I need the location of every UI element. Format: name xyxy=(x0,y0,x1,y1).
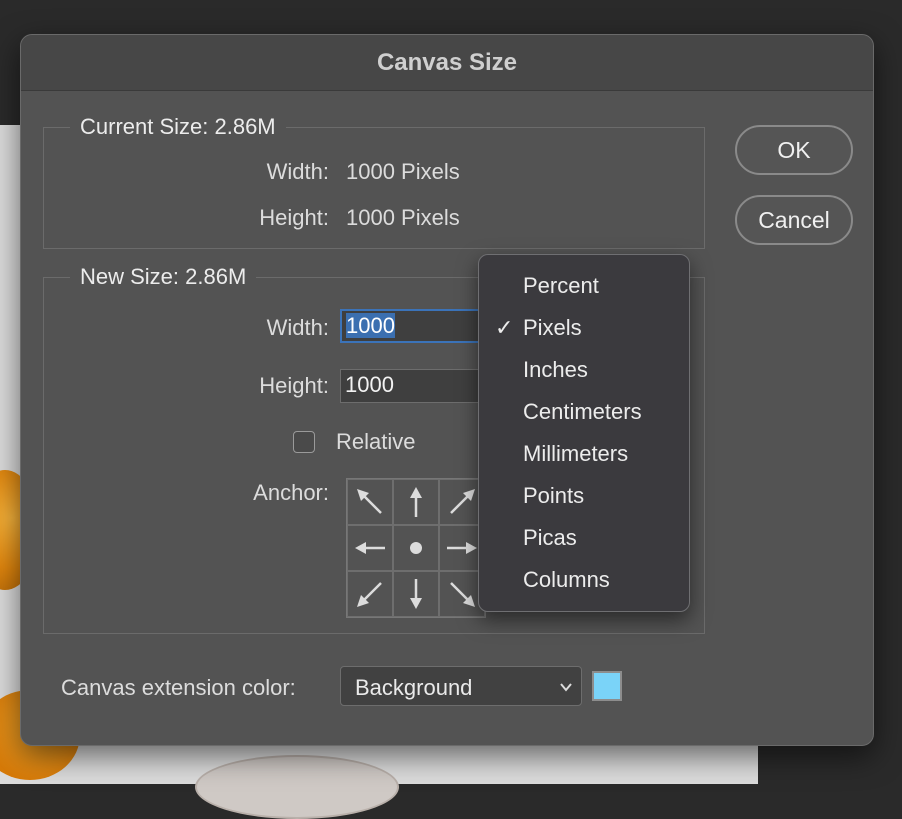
menu-item-label: Percent xyxy=(523,273,599,298)
new-size-legend: New Size: 2.86M xyxy=(70,264,257,290)
anchor-left[interactable] xyxy=(347,525,393,571)
cancel-button[interactable]: Cancel xyxy=(735,195,853,245)
menu-item-label: Picas xyxy=(523,525,577,550)
menu-item-millimeters[interactable]: Millimeters xyxy=(479,435,689,475)
menu-item-label: Columns xyxy=(523,567,610,592)
menu-item-pixels[interactable]: ✓ Pixels xyxy=(479,309,689,349)
arrow-up-left-icon xyxy=(357,489,382,514)
current-height-label: Height: xyxy=(259,205,329,230)
checkmark-icon: ✓ xyxy=(495,315,514,340)
height-input[interactable]: 1000 xyxy=(340,369,490,403)
menu-item-label: Pixels xyxy=(523,315,582,340)
arrow-up-icon xyxy=(410,487,422,517)
current-size-group: Current Size: 2.86M Width: 1000 Pixels H… xyxy=(43,114,705,249)
relative-checkbox[interactable] xyxy=(293,431,315,453)
anchor-bottom[interactable] xyxy=(393,571,439,617)
menu-item-centimeters[interactable]: Centimeters xyxy=(479,393,689,433)
anchor-bottom-left[interactable] xyxy=(347,571,393,617)
arrow-right-icon xyxy=(447,542,477,554)
current-width-label: Width: xyxy=(266,159,329,184)
chevron-down-icon xyxy=(560,683,572,692)
arrow-left-icon xyxy=(355,542,385,554)
anchor-top-left[interactable] xyxy=(347,479,393,525)
menu-item-label: Centimeters xyxy=(523,399,642,424)
menu-item-percent[interactable]: Percent xyxy=(479,267,689,307)
menu-item-picas[interactable]: Picas xyxy=(479,519,689,559)
anchor-label: Anchor: xyxy=(253,480,329,505)
arrow-down-icon xyxy=(410,579,422,609)
arrow-down-left-icon xyxy=(357,582,382,607)
new-height-label: Height: xyxy=(259,373,329,398)
relative-label: Relative xyxy=(336,429,416,454)
menu-item-label: Points xyxy=(523,483,585,508)
menu-item-label: Inches xyxy=(523,357,588,382)
width-value-selection: 1000 xyxy=(346,313,395,338)
height-value: 1000 xyxy=(345,372,394,397)
menu-item-inches[interactable]: Inches xyxy=(479,351,689,391)
menu-item-points[interactable]: Points xyxy=(479,477,689,517)
current-height-value: 1000 Pixels xyxy=(346,205,460,230)
extension-color-swatch[interactable] xyxy=(592,671,622,701)
anchor-dot-icon xyxy=(410,542,422,554)
current-width-value: 1000 Pixels xyxy=(346,159,460,184)
current-size-legend: Current Size: 2.86M xyxy=(70,114,286,140)
extension-color-value: Background xyxy=(355,675,473,700)
units-dropdown-menu: Percent ✓ Pixels Inches Centimeters Mill… xyxy=(478,254,690,612)
anchor-grid xyxy=(346,478,486,618)
width-input[interactable]: 1000 xyxy=(340,309,490,343)
extension-color-label: Canvas extension color: xyxy=(61,675,296,700)
arrow-up-right-icon xyxy=(450,489,475,514)
menu-item-columns[interactable]: Columns xyxy=(479,561,689,601)
canvas-size-dialog: Canvas Size Current Size: 2.86M Width: 1… xyxy=(20,34,874,746)
extension-color-select[interactable]: Background xyxy=(340,666,582,706)
arrow-down-right-icon xyxy=(450,582,475,607)
ok-button[interactable]: OK xyxy=(735,125,853,175)
menu-item-label: Millimeters xyxy=(523,441,629,466)
background-glass-image xyxy=(195,755,399,819)
dialog-title: Canvas Size xyxy=(21,35,873,91)
anchor-top[interactable] xyxy=(393,479,439,525)
new-width-label: Width: xyxy=(266,315,329,340)
anchor-center[interactable] xyxy=(393,525,439,571)
